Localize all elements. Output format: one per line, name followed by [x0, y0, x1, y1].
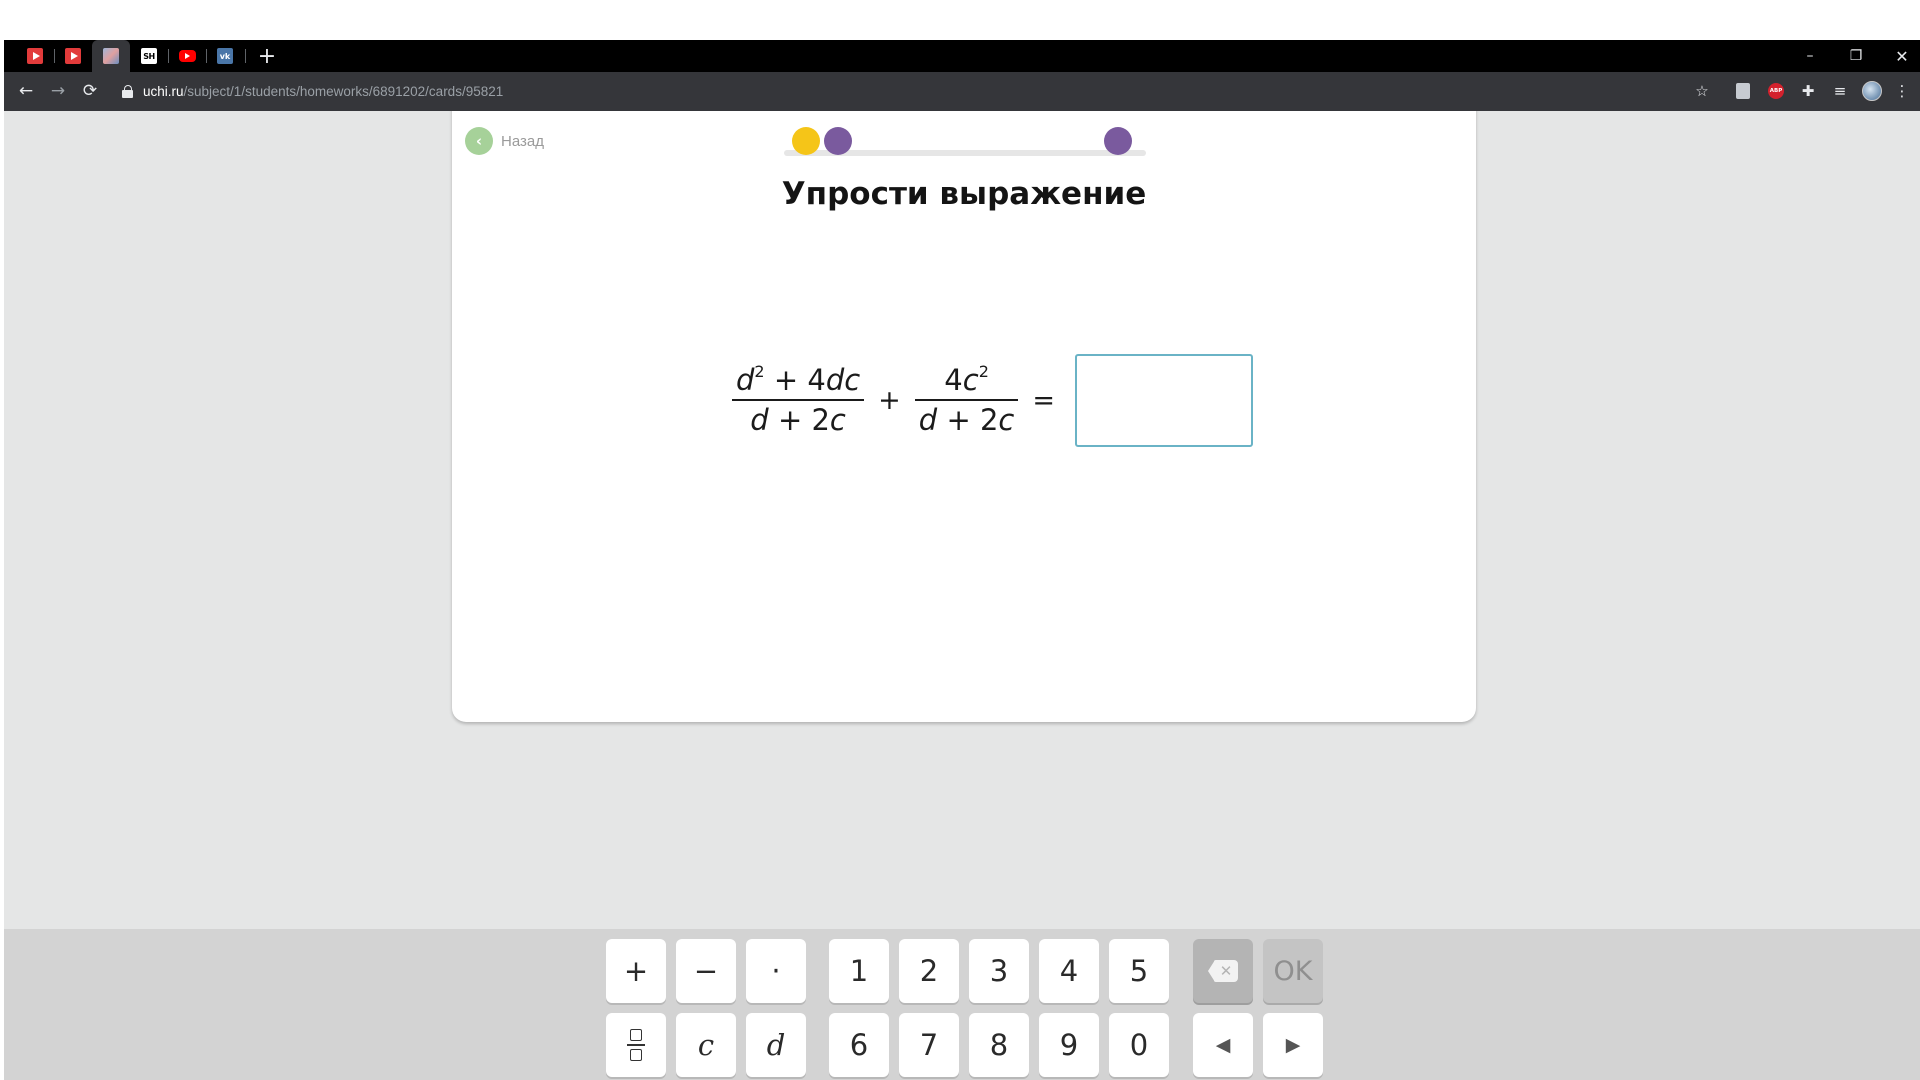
address-bar[interactable]: uchi.ru/subject/1/students/homeworks/689… [114, 77, 1704, 105]
fraction-1: d2 + 4dc d + 2c [732, 362, 865, 437]
cursor-left-key[interactable]: ◀ [1193, 1013, 1253, 1077]
page-extension-icon[interactable] [1731, 79, 1755, 103]
key-multiply-dot[interactable]: · [746, 939, 806, 1003]
key-digit-4[interactable]: 4 [1039, 939, 1099, 1003]
key-plus[interactable]: + [606, 939, 666, 1003]
reload-icon[interactable]: ⟳ [76, 77, 104, 105]
restore-button[interactable]: ❐ [1833, 40, 1879, 72]
page-content: ‹ Назад Упрости выражение d2 + 4dc d + 2… [4, 111, 1920, 1080]
vk-icon: vk [217, 48, 233, 64]
progress-dot [824, 127, 852, 155]
fraction-icon [627, 1029, 645, 1061]
tab-active[interactable] [92, 40, 130, 72]
new-tab-button[interactable]: + [255, 44, 279, 69]
task-title: Упрости выражение [781, 176, 1147, 212]
key-fraction[interactable] [606, 1013, 666, 1077]
tab-divider [245, 49, 246, 63]
minimize-button[interactable]: – [1787, 40, 1833, 72]
tab[interactable]: SH [130, 40, 168, 72]
equals-sign: = [1032, 384, 1055, 416]
tab[interactable]: vk [206, 40, 244, 72]
task-card: ‹ Назад Упрости выражение d2 + 4dc d + 2… [452, 111, 1476, 722]
denominator: d + 2c [750, 403, 846, 437]
sh-favicon-icon: SH [141, 48, 157, 64]
answer-input[interactable] [1075, 353, 1253, 447]
key-digit-5[interactable]: 5 [1109, 939, 1169, 1003]
key-digit-0[interactable]: 0 [1109, 1013, 1169, 1077]
key-digit-9[interactable]: 9 [1039, 1013, 1099, 1077]
close-window-button[interactable]: ✕ [1879, 40, 1920, 72]
cursor-right-key[interactable]: ▶ [1263, 1013, 1323, 1077]
back-chevron-icon: ‹ [465, 127, 493, 155]
denominator: d + 2c [918, 403, 1015, 437]
tab-strip: SH vk + – ❐ ✕ [4, 40, 1920, 72]
key-variable-c[interactable]: c [676, 1013, 736, 1077]
bookmark-star-icon[interactable]: ☆ [1690, 79, 1714, 103]
browser-toolbar: ← → ⟳ uchi.ru/subject/1/students/homewor… [4, 72, 1920, 111]
key-variable-d[interactable]: d [746, 1013, 806, 1077]
image-favicon-icon [103, 48, 119, 64]
progress-dot [1104, 127, 1132, 155]
backspace-icon: ✕ [1208, 960, 1238, 982]
media-playlist-icon[interactable]: ≡ [1828, 79, 1852, 103]
progress-dot-current [792, 127, 820, 155]
forward-arrow-icon[interactable]: → [44, 77, 72, 105]
back-arrow-icon[interactable]: ← [12, 77, 40, 105]
back-label: Назад [501, 132, 544, 150]
ok-key[interactable]: OK [1263, 939, 1323, 1003]
backspace-key[interactable]: ✕ [1193, 939, 1253, 1003]
key-digit-6[interactable]: 6 [829, 1013, 889, 1077]
url-path: /subject/1/students/homeworks/6891202/ca… [183, 83, 504, 99]
key-digit-1[interactable]: 1 [829, 939, 889, 1003]
extensions-puzzle-icon[interactable]: ✚ [1796, 79, 1820, 103]
key-minus[interactable]: − [676, 939, 736, 1003]
tab[interactable] [54, 40, 92, 72]
tab[interactable] [16, 40, 54, 72]
plus-operator: + [878, 384, 901, 416]
lock-icon[interactable] [122, 84, 134, 98]
fraction-2: 4c2 d + 2c [914, 362, 1019, 437]
math-keyboard: + − · 1 2 3 4 5 ✕ OK c d 6 7 8 9 0 ◀ ▶ [4, 929, 1920, 1080]
youtube-icon [178, 50, 196, 62]
red-play-icon [27, 48, 43, 64]
browser-menu-icon[interactable]: ⋮ [1890, 79, 1914, 103]
numerator: d2 + 4dc [736, 362, 861, 397]
numerator: 4c2 [944, 362, 989, 397]
math-expression: d2 + 4dc d + 2c + 4c2 d + 2c = [732, 352, 1253, 448]
key-digit-2[interactable]: 2 [899, 939, 959, 1003]
browser-window: SH vk + – ❐ ✕ ← → ⟳ uchi.ru/subject/1/st… [4, 40, 1920, 111]
url-domain: uchi.ru [143, 83, 184, 99]
back-button[interactable]: ‹ Назад [465, 127, 544, 155]
key-digit-8[interactable]: 8 [969, 1013, 1029, 1077]
key-digit-7[interactable]: 7 [899, 1013, 959, 1077]
red-play-icon [65, 48, 81, 64]
url-text[interactable]: uchi.ru/subject/1/students/homeworks/689… [143, 84, 503, 99]
key-digit-3[interactable]: 3 [969, 939, 1029, 1003]
progress-bar [784, 125, 1146, 156]
profile-avatar-icon[interactable] [1860, 79, 1884, 103]
adblock-icon[interactable]: ABP [1764, 79, 1788, 103]
tab[interactable] [168, 40, 206, 72]
